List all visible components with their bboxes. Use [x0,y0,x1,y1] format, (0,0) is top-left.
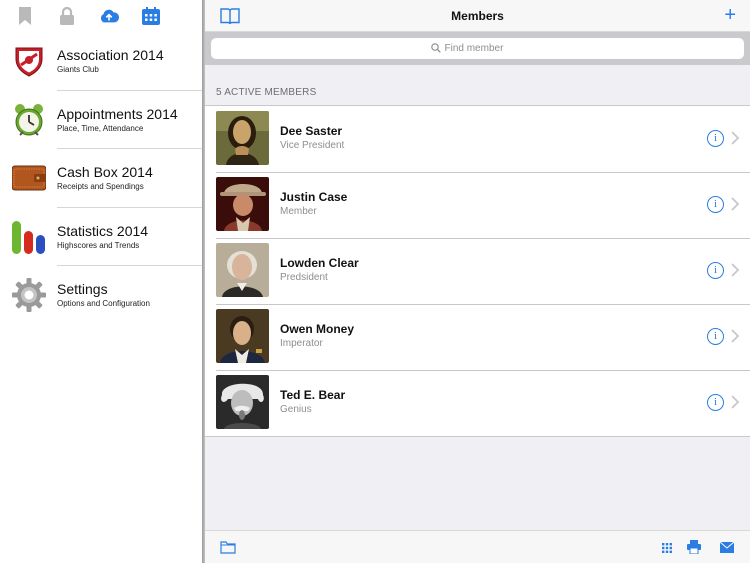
sidebar-item-title: Association 2014 [57,47,164,63]
search-bar [205,32,750,65]
member-row[interactable]: Justin Case Member i [205,172,750,238]
page-title: Members [451,8,504,23]
bookmark-icon[interactable] [15,6,35,26]
search-field[interactable] [211,38,744,59]
member-row[interactable]: Ted E. Bear Genius i [205,370,750,436]
wallet-icon [11,160,47,196]
mail-icon[interactable] [719,540,735,554]
sidebar-item-statistics[interactable]: Statistics 2014 Highscores and Trends [0,208,202,267]
sidebar-item-appointments[interactable]: Appointments 2014 Place, Time, Attendanc… [0,91,202,150]
info-button[interactable]: i [707,196,724,213]
member-role: Genius [280,404,312,415]
lock-icon[interactable] [57,6,77,26]
member-name: Owen Money [280,322,355,336]
avatar [216,177,269,231]
navigation-bar: Members + [205,0,750,32]
chevron-right-icon [730,197,740,211]
add-member-button[interactable]: + [724,5,736,25]
search-icon [430,40,441,58]
sidebar-item-title: Appointments 2014 [57,105,178,122]
member-name: Justin Case [280,190,348,204]
avatar [216,111,269,165]
sidebar-item-title: Settings [57,281,108,297]
member-row[interactable]: Lowden Clear Predsident i [205,238,750,304]
folder-icon[interactable] [220,540,236,554]
avatar [216,243,269,297]
sidebar-item-settings[interactable]: Settings Options and Configuration [0,266,202,325]
section-header: 5 ACTIVE MEMBERS [216,87,317,98]
member-row[interactable]: Owen Money Imperator i [205,304,750,370]
club-crest-icon [11,43,47,79]
member-role: Predsident [280,272,328,283]
member-role: Imperator [280,338,323,349]
info-button[interactable]: i [707,394,724,411]
sidebar-item-cashbox[interactable]: Cash Box 2014 Receipts and Spendings [0,149,202,208]
info-button[interactable]: i [707,130,724,147]
chevron-right-icon [730,395,740,409]
sidebar: Association 2014 Giants Club Appointment… [0,0,202,563]
sidebar-item-subtitle: Highscores and Trends [57,240,140,250]
member-name: Dee Saster [280,124,343,138]
member-role: Member [280,206,317,217]
sidebar-item-subtitle: Options and Configuration [57,299,150,308]
sidebar-menu: Association 2014 Giants Club Appointment… [0,32,202,325]
sidebar-item-title: Statistics 2014 [57,222,149,239]
chevron-right-icon [730,131,740,145]
member-list: Dee Saster Vice President i Justin Case … [205,105,750,437]
info-button[interactable]: i [707,328,724,345]
sidebar-item-association[interactable]: Association 2014 Giants Club [0,32,202,91]
bar-chart-icon [11,219,47,255]
member-name: Ted E. Bear [280,388,346,402]
chevron-right-icon [730,329,740,343]
gear-icon [11,277,47,313]
cloud-upload-icon[interactable] [99,6,119,26]
sidebar-item-subtitle: Giants Club [57,65,99,74]
grid-icon[interactable] [662,540,672,554]
calendar-icon[interactable] [141,6,161,26]
sidebar-item-title: Cash Box 2014 [57,164,153,180]
print-icon[interactable] [687,540,701,555]
sidebar-item-subtitle: Receipts and Spendings [57,182,144,191]
chevron-right-icon [730,263,740,277]
info-button[interactable]: i [707,262,724,279]
book-icon[interactable] [220,7,240,25]
search-input[interactable] [444,43,525,54]
alarm-clock-icon [11,102,47,138]
member-role: Vice President [280,140,345,151]
avatar [216,375,269,429]
members-panel: Members + 5 ACTIVE MEMBERS [205,0,750,563]
sidebar-toolbar [0,0,202,32]
member-name: Lowden Clear [280,256,359,270]
avatar [216,309,269,363]
bottom-toolbar [205,530,750,563]
member-row[interactable]: Dee Saster Vice President i [205,106,750,172]
sidebar-item-subtitle: Place, Time, Attendance [57,123,144,133]
